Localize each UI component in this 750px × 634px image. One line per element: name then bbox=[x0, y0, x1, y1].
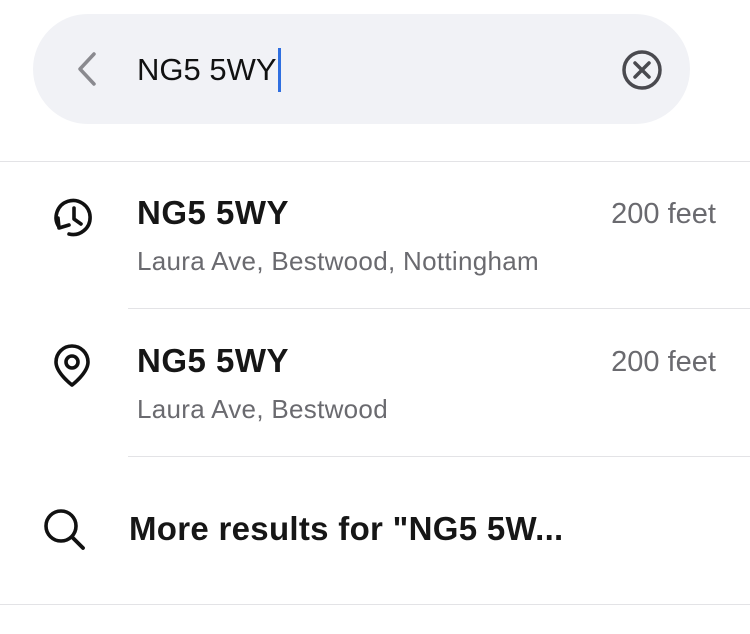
result-distance: 200 feet bbox=[611, 346, 716, 378]
text-caret bbox=[277, 48, 281, 92]
search-icon bbox=[42, 507, 90, 555]
more-results-label: More results for "NG5 5W... bbox=[129, 510, 564, 547]
clear-circle-icon[interactable] bbox=[620, 48, 664, 92]
list-item[interactable]: NG5 5WY Laura Ave, Bestwood, Nottingham … bbox=[0, 162, 750, 308]
search-input[interactable]: NG5 5WY bbox=[137, 48, 281, 92]
search-bar bbox=[33, 14, 690, 124]
result-address: Laura Ave, Bestwood, Nottingham bbox=[137, 246, 539, 276]
result-title: NG5 5WY bbox=[137, 342, 290, 379]
divider bbox=[0, 604, 750, 605]
location-pin-icon bbox=[48, 342, 96, 390]
result-title: NG5 5WY bbox=[137, 194, 290, 231]
list-item[interactable]: NG5 5WY Laura Ave, Bestwood 200 feet bbox=[0, 309, 750, 455]
search-input-value[interactable]: NG5 5WY bbox=[137, 48, 277, 92]
chevron-left-icon[interactable] bbox=[72, 48, 102, 90]
result-address: Laura Ave, Bestwood bbox=[137, 394, 388, 424]
result-distance: 200 feet bbox=[611, 198, 716, 230]
history-icon bbox=[48, 194, 96, 242]
